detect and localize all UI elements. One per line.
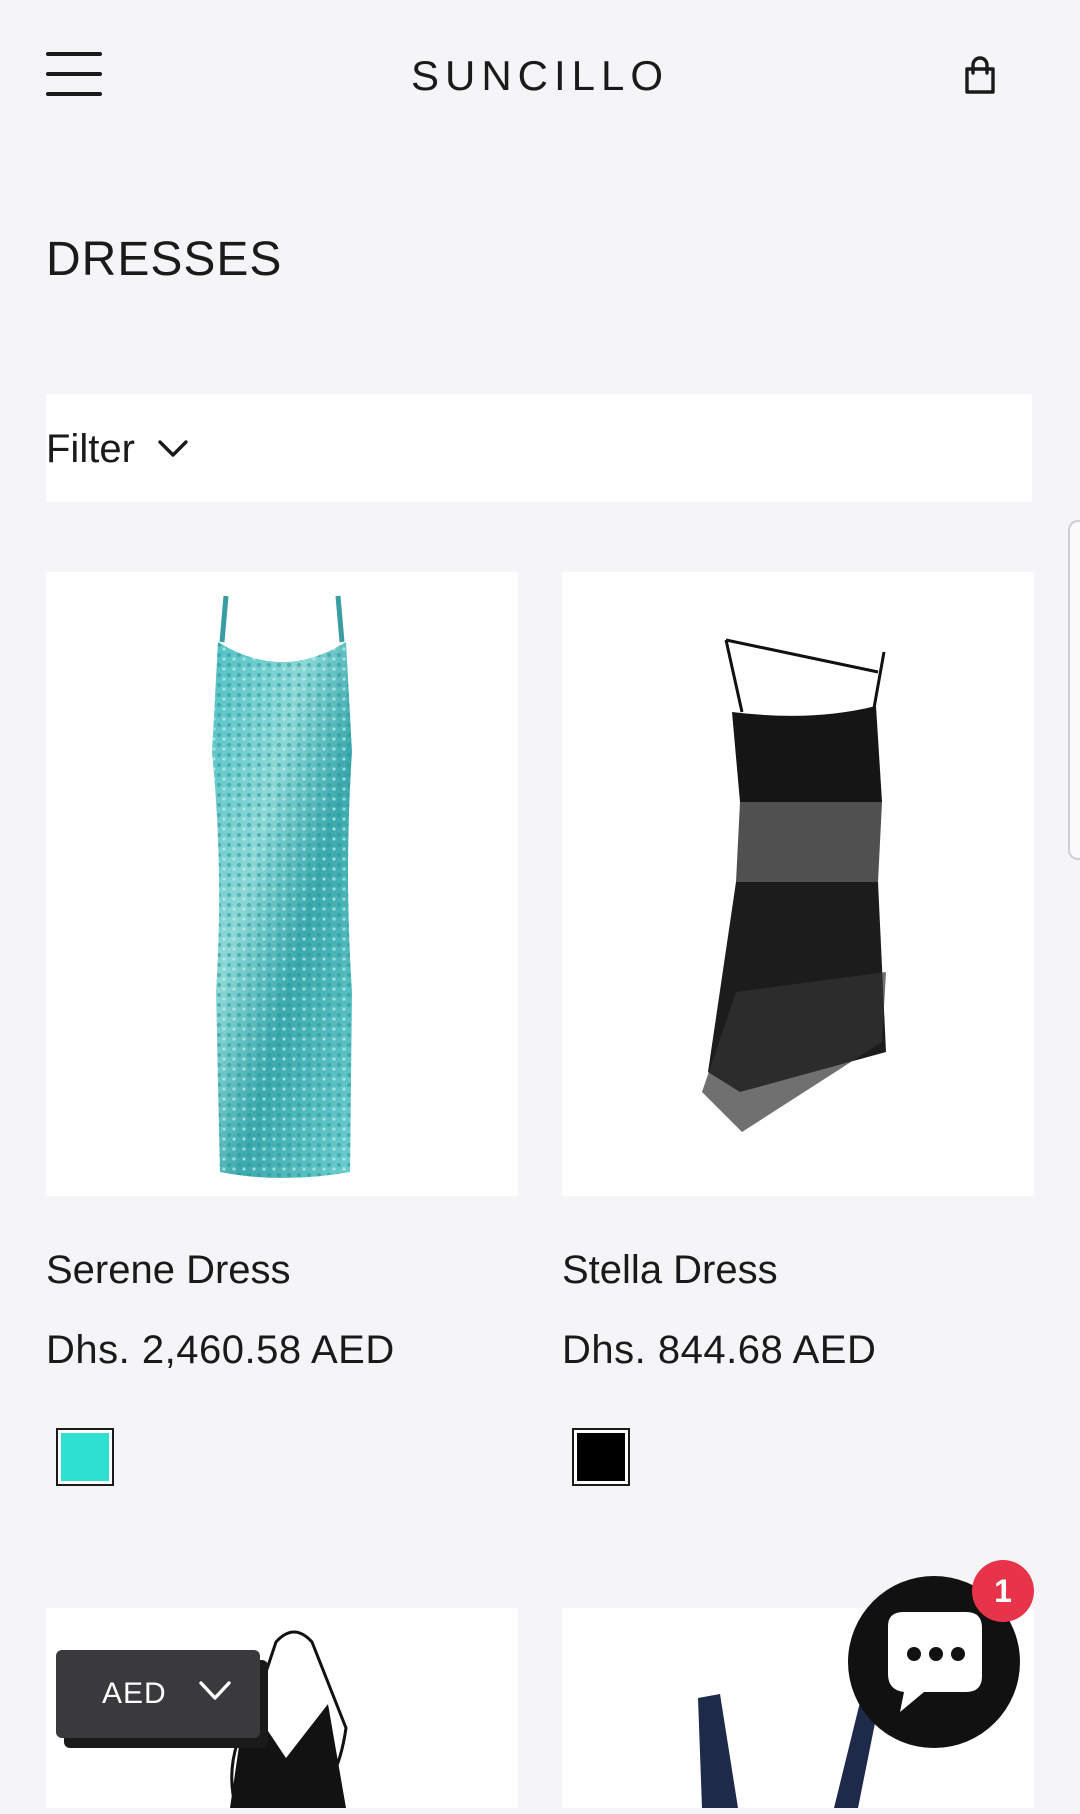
color-swatch[interactable]	[56, 1428, 114, 1486]
filter-label: Filter	[46, 426, 135, 471]
currency-value: AED	[102, 1677, 167, 1710]
color-swatch[interactable]	[572, 1428, 630, 1486]
scroll-indicator[interactable]	[1068, 520, 1080, 860]
swatch-color	[577, 1433, 625, 1481]
product-price: Dhs. 2,460.58 AED	[46, 1328, 395, 1372]
product-name[interactable]: Serene Dress	[46, 1248, 291, 1293]
chevron-down-icon	[199, 1681, 231, 1700]
collection-page: SUNCILLO DRESSES Filter Serene Dress Dhs…	[0, 0, 1080, 1814]
product-image-serene-dress[interactable]	[46, 572, 518, 1196]
site-header: SUNCILLO	[0, 0, 1080, 150]
filter-button[interactable]: Filter	[46, 424, 189, 474]
page-title: DRESSES	[46, 233, 283, 286]
swatch-color	[61, 1433, 109, 1481]
product-price: Dhs. 844.68 AED	[562, 1328, 877, 1372]
chevron-down-icon	[158, 440, 188, 457]
notification-badge[interactable]: 1	[972, 1560, 1034, 1622]
filter-bar: Filter	[46, 394, 1032, 502]
currency-selector[interactable]: AED	[56, 1650, 260, 1738]
brand-logo[interactable]: SUNCILLO	[0, 52, 1080, 100]
shopping-bag-icon[interactable]	[960, 56, 1000, 96]
product-image-stella-dress[interactable]	[562, 572, 1034, 1196]
product-name[interactable]: Stella Dress	[562, 1248, 778, 1293]
